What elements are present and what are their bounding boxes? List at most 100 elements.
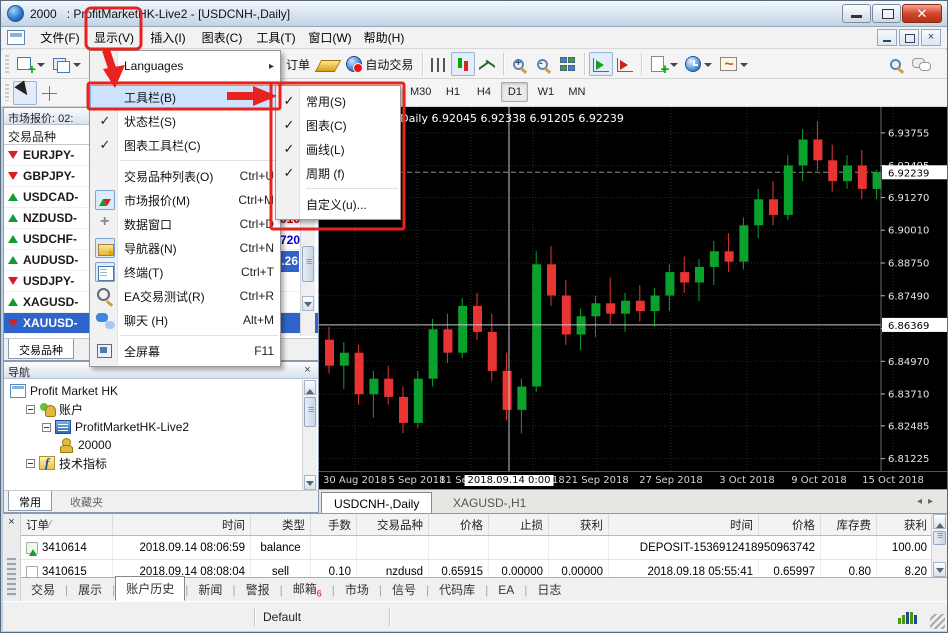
timeframe-w1[interactable]: W1 — [532, 82, 559, 102]
gold-chart-button[interactable] — [315, 52, 341, 76]
zoom-in-button[interactable]: + — [508, 52, 532, 76]
view-menu-item-4[interactable]: ✓状态栏(S) — [90, 109, 280, 133]
timeframe-d1[interactable]: D1 — [501, 82, 528, 102]
new-order-button[interactable]: 订单 — [281, 52, 315, 76]
toolbars-submenu-item-2[interactable]: ✓图表(C) — [276, 113, 400, 137]
timeframe-m30[interactable]: M30 — [406, 82, 435, 102]
community-chat-button[interactable] — [909, 52, 933, 76]
terminal-tab-9[interactable]: 代码库 — [429, 578, 485, 601]
column-header-11[interactable]: 库存费 — [821, 514, 877, 535]
terminal-tab-7[interactable]: 市场 — [335, 578, 379, 601]
minimize-button[interactable] — [842, 4, 871, 23]
terminal-tab-5[interactable]: 警报 — [236, 578, 280, 601]
scroll-up-button[interactable] — [304, 380, 316, 395]
scroll-down-button[interactable] — [304, 475, 316, 490]
menubar-item-5[interactable]: 工具(T) — [249, 26, 303, 49]
tile-windows-button[interactable] — [556, 52, 580, 76]
profiles-button[interactable] — [49, 52, 85, 76]
column-header-12[interactable]: 获利 — [877, 514, 931, 535]
toolbars-submenu-item-6[interactable]: 自定义(u)... — [276, 192, 400, 216]
column-header-4[interactable]: 手数 — [311, 514, 357, 535]
column-header-3[interactable]: 类型 — [251, 514, 311, 535]
timeframe-mn[interactable]: MN — [563, 82, 590, 102]
menubar-item-6[interactable]: 窗口(W) — [303, 26, 357, 49]
terminal-tab-4[interactable]: 新闻 — [188, 578, 232, 601]
terminal-grip-pattern[interactable] — [7, 558, 16, 597]
scroll-down-button[interactable] — [933, 562, 946, 577]
navigator-item-2[interactable]: 账户 — [6, 400, 316, 418]
toolbars-submenu-item-1[interactable]: ✓常用(S) — [276, 89, 400, 113]
column-header-7[interactable]: 止损 — [489, 514, 549, 535]
view-menu-item-13[interactable]: 聊天 (H)Alt+M — [90, 308, 280, 332]
scrollbar-thumb[interactable] — [933, 531, 946, 545]
menubar-item-3[interactable]: 插入(I) — [141, 26, 195, 49]
navigator-scrollbar[interactable] — [302, 380, 317, 490]
date-axis[interactable]: 30 Aug 20185 Sep 201811 Sep 201817 Sep 2… — [319, 471, 947, 489]
toolbar-grip[interactable] — [5, 84, 9, 101]
zoom-out-button[interactable]: - — [532, 52, 556, 76]
view-menu-item-7[interactable]: 交易品种列表(O)Ctrl+U — [90, 164, 280, 188]
toolbars-submenu-item-4[interactable]: ✓周期 (f) — [276, 161, 400, 185]
terminal-tab-6[interactable]: 邮箱6 — [283, 577, 332, 601]
tab-symbols[interactable]: 交易品种 — [8, 339, 74, 359]
timeframe-h1[interactable]: H1 — [439, 82, 466, 102]
terminal-tab-2[interactable]: 展示 — [68, 578, 112, 601]
mdi-restore-button[interactable] — [899, 29, 919, 46]
line-chart-button[interactable] — [475, 52, 499, 76]
history-row-3410614[interactable]: 34106142018.09.14 08:06:59balanceDEPOSIT… — [21, 536, 931, 560]
chart-tab-2[interactable]: XAGUSD-,H1 — [441, 492, 538, 514]
column-header-1[interactable]: 订单 ∕ — [21, 514, 113, 535]
menubar-item-4[interactable]: 图表(C) — [195, 26, 249, 49]
column-header-10[interactable]: 价格 — [759, 514, 821, 535]
view-menu-item-12[interactable]: EA交易测试(R)Ctrl+R — [90, 284, 280, 308]
view-menu-item-9[interactable]: 数据窗口Ctrl+D — [90, 212, 280, 236]
cursor-button[interactable] — [13, 81, 37, 105]
view-menu-item-11[interactable]: 终端(T)Ctrl+T — [90, 260, 280, 284]
tab-scroll-arrows-icon[interactable]: ◂▸ — [917, 496, 939, 507]
bar-chart-button[interactable] — [427, 52, 451, 76]
templates-button[interactable] — [716, 52, 752, 76]
search-button[interactable] — [885, 52, 909, 76]
scroll-down-button[interactable] — [302, 296, 314, 311]
toolbar-grip[interactable] — [5, 55, 9, 73]
terminal-scrollbar[interactable] — [931, 514, 947, 577]
chart-tab-1[interactable]: USDCNH-,Daily — [321, 492, 432, 514]
scrollbar-thumb[interactable] — [304, 397, 316, 427]
close-icon[interactable]: × — [5, 516, 18, 528]
chart-shift-button[interactable] — [613, 52, 637, 76]
scrollbar-thumb[interactable] — [302, 246, 314, 282]
column-header-6[interactable]: 价格 — [429, 514, 489, 535]
candlestick-button[interactable] — [451, 52, 475, 76]
title-bar[interactable]: 2000 : ProfitMarketHK-Live2 - [USDCNH-,D… — [1, 1, 947, 27]
close-icon[interactable]: × — [301, 364, 314, 376]
view-menu-item-5[interactable]: ✓图表工具栏(C) — [90, 133, 280, 157]
candlestick-chart[interactable]: 6.937556.924956.912706.900106.887506.874… — [319, 107, 947, 471]
view-menu-item-3[interactable]: 工具栏(B)▸ — [90, 85, 280, 109]
collapse-expander-icon[interactable] — [26, 459, 35, 468]
navigator-item-1[interactable]: Profit Market HK — [6, 382, 316, 400]
navigator-tab-2[interactable]: 收藏夹 — [60, 491, 113, 511]
collapse-expander-icon[interactable] — [26, 405, 35, 414]
view-menu-item-8[interactable]: 市场报价(M)Ctrl+M — [90, 188, 280, 212]
auto-scroll-button[interactable] — [589, 52, 613, 76]
mdi-minimize-button[interactable] — [877, 29, 897, 46]
chart-window[interactable]: 6.937556.924956.912706.900106.887506.874… — [319, 107, 947, 489]
navigator-tab-1[interactable]: 常用 — [8, 491, 52, 511]
scroll-up-button[interactable] — [933, 514, 946, 529]
mdi-close-button[interactable]: × — [921, 29, 941, 46]
toolbars-submenu-item-3[interactable]: ✓画线(L) — [276, 137, 400, 161]
terminal-tab-1[interactable]: 交易 — [21, 578, 65, 601]
terminal-tab-3[interactable]: 账户历史 — [115, 576, 185, 601]
column-header-2[interactable]: 时间 — [113, 514, 251, 535]
navigator-item-3[interactable]: ProfitMarketHK-Live2 — [6, 418, 316, 436]
periods-button[interactable] — [682, 52, 716, 76]
indicators-button[interactable] — [646, 52, 682, 76]
column-header-9[interactable]: 时间 — [609, 514, 759, 535]
terminal-tab-11[interactable]: 日志 — [527, 578, 571, 601]
terminal-tab-8[interactable]: 信号 — [382, 578, 426, 601]
resize-grip[interactable] — [930, 614, 945, 629]
column-header-5[interactable]: 交易品种 — [357, 514, 429, 535]
view-menu-item-15[interactable]: 全屏幕F11 — [90, 339, 280, 363]
menubar-item-7[interactable]: 帮助(H) — [357, 26, 411, 49]
navigator-item-5[interactable]: 技术指标 — [6, 454, 316, 472]
